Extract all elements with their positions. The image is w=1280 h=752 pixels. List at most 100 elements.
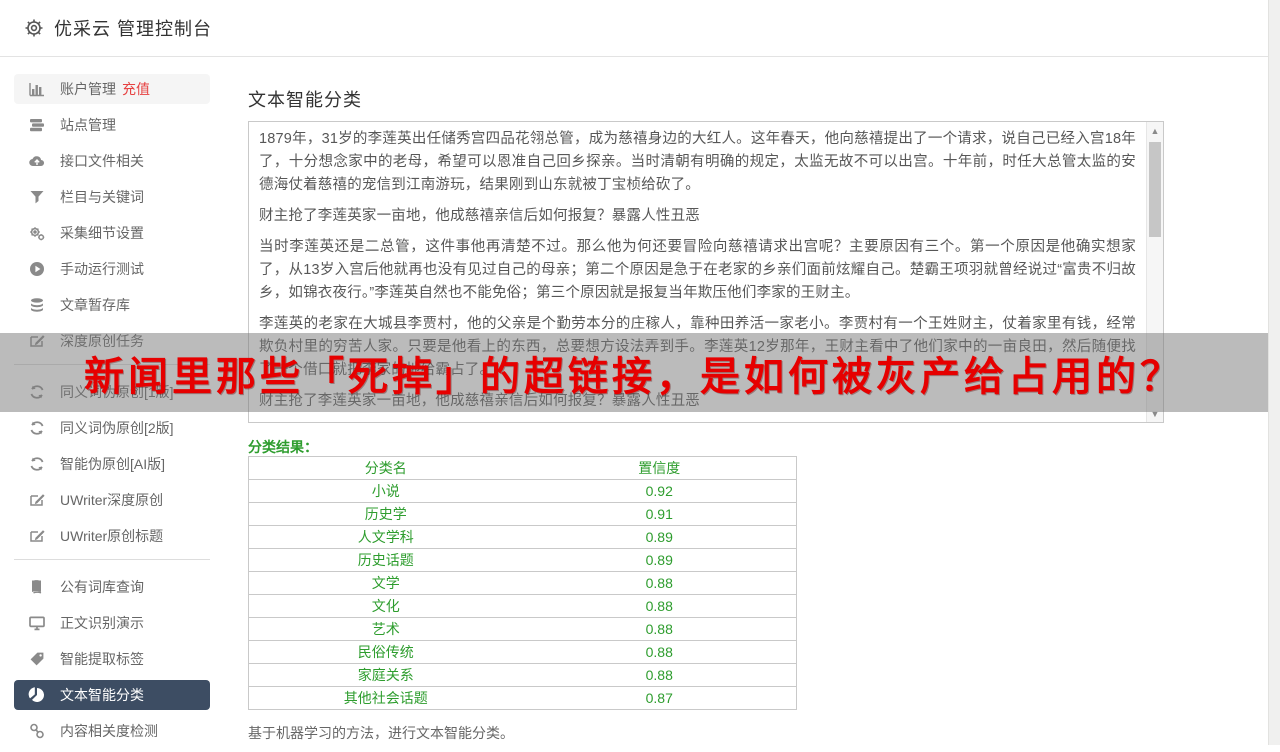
gear-icon	[24, 18, 44, 38]
table-cell: 0.89	[523, 549, 797, 572]
table-cell: 文化	[249, 595, 523, 618]
sidebar-item[interactable]: 智能提取标签	[14, 644, 210, 674]
sidebar-item-label: 智能提取标签	[60, 649, 144, 669]
watermark-text: 新闻里那些「死掉」的超链接，是如何被灰产给占用的？	[84, 344, 1184, 402]
sidebar-item[interactable]: 文章暂存库	[14, 290, 210, 320]
edit-icon	[28, 527, 46, 545]
table-row: 文学0.88	[249, 572, 797, 595]
link-icon	[28, 722, 46, 740]
sidebar-item-label: 手动运行测试	[60, 259, 144, 279]
table-cell: 艺术	[249, 618, 523, 641]
sidebar-item-label: 文章暂存库	[60, 295, 130, 315]
table-cell: 0.88	[523, 641, 797, 664]
sidebar-item[interactable]: 内容相关度检测	[14, 716, 210, 746]
refresh-icon	[28, 455, 46, 473]
sidebar-item-label: 公有词库查询	[60, 577, 144, 597]
table-row: 文化0.88	[249, 595, 797, 618]
table-cell: 0.88	[523, 572, 797, 595]
table-cell: 0.91	[523, 503, 797, 526]
sidebar-item-label: 同义词伪原创[2版]	[60, 418, 174, 438]
sidebar-item-label: UWriter深度原创	[60, 490, 163, 510]
table-cell: 0.92	[523, 480, 797, 503]
app-title: 优采云 管理控制台	[54, 15, 212, 41]
watermark-overlay: 新闻里那些「死掉」的超链接，是如何被灰产给占用的？	[0, 333, 1268, 412]
sidebar-item-label: 文本智能分类	[60, 685, 144, 705]
sidebar-item[interactable]: UWriter原创标题	[14, 521, 210, 551]
textarea-paragraph: 1879年，31岁的李莲英出任储秀宫四品花翎总管，成为慈禧身边的大红人。这年春天…	[259, 128, 1136, 197]
table-cell: 历史学	[249, 503, 523, 526]
sidebar-item[interactable]: 手动运行测试	[14, 254, 210, 284]
bar-chart-icon	[28, 80, 46, 98]
sidebar-item[interactable]: 栏目与关键词	[14, 182, 210, 212]
scroll-up-icon[interactable]: ▲	[1147, 122, 1163, 139]
sidebar-divider	[14, 559, 210, 560]
recharge-badge[interactable]: 充值	[122, 79, 150, 99]
monitor-icon	[28, 614, 46, 632]
play-circle-icon	[28, 260, 46, 278]
table-row: 其他社会话题0.87	[249, 687, 797, 710]
sidebar-item-label: 采集细节设置	[60, 223, 144, 243]
table-cell: 0.88	[523, 664, 797, 687]
sidebar-item-label: 智能伪原创[AI版]	[60, 454, 165, 474]
table-row: 民俗传统0.88	[249, 641, 797, 664]
cloud-upload-icon	[28, 152, 46, 170]
sidebar-item-label: 栏目与关键词	[60, 187, 144, 207]
sidebar-item[interactable]: 账户管理充值	[14, 74, 210, 104]
table-cell: 0.89	[523, 526, 797, 549]
result-label: 分类结果：	[248, 437, 318, 457]
page-title: 文本智能分类	[248, 86, 362, 112]
table-row: 艺术0.88	[249, 618, 797, 641]
filter-icon	[28, 188, 46, 206]
scrollbar-thumb[interactable]	[1149, 142, 1161, 237]
sidebar-item[interactable]: 接口文件相关	[14, 146, 210, 176]
sidebar: 账户管理充值站点管理接口文件相关栏目与关键词采集细节设置手动运行测试文章暂存库深…	[14, 74, 210, 752]
book-icon	[28, 578, 46, 596]
sidebar-item[interactable]: 站点管理	[14, 110, 210, 140]
table-row: 家庭关系0.88	[249, 664, 797, 687]
footer-note: 基于机器学习的方法，进行文本智能分类。	[248, 723, 514, 743]
sidebar-item[interactable]: 文本智能分类	[14, 680, 210, 710]
table-row: 历史学0.91	[249, 503, 797, 526]
edit-icon	[28, 491, 46, 509]
table-cell: 分类名	[249, 457, 523, 480]
table-cell: 文学	[249, 572, 523, 595]
sidebar-item-label: 站点管理	[60, 115, 116, 135]
table-cell: 人文学科	[249, 526, 523, 549]
sidebar-item[interactable]: 采集细节设置	[14, 218, 210, 248]
table-row: 人文学科0.89	[249, 526, 797, 549]
pie-chart-icon	[28, 686, 46, 704]
table-cell: 其他社会话题	[249, 687, 523, 710]
table-cell: 置信度	[523, 457, 797, 480]
table-cell: 0.88	[523, 618, 797, 641]
tag-icon	[28, 650, 46, 668]
app-header: 优采云 管理控制台	[0, 0, 1280, 57]
table-cell: 家庭关系	[249, 664, 523, 687]
textarea-paragraph: 财主抢了李莲英家一亩地，他成慈禧亲信后如何报复？暴露人性丑恶	[259, 205, 1136, 228]
sidebar-item[interactable]: 正文识别演示	[14, 608, 210, 638]
sidebar-item-label: 账户管理	[60, 79, 116, 99]
result-table-body: 分类名置信度小说0.92历史学0.91人文学科0.89历史话题0.89文学0.8…	[249, 457, 797, 710]
textarea-paragraph: 当时李莲英还是二总管，这件事他再清楚不过。那么他为何还要冒险向慈禧请求出宫呢？主…	[259, 236, 1136, 305]
sidebar-item-label: UWriter原创标题	[60, 526, 163, 546]
table-cell: 小说	[249, 480, 523, 503]
refresh-icon	[28, 419, 46, 437]
table-cell: 0.88	[523, 595, 797, 618]
server-icon	[28, 116, 46, 134]
sidebar-item[interactable]: 同义词伪原创[2版]	[14, 413, 210, 443]
gears-icon	[28, 224, 46, 242]
table-header-row: 分类名置信度	[249, 457, 797, 480]
page-scrollbar[interactable]	[1268, 0, 1280, 745]
sidebar-item[interactable]: UWriter深度原创	[14, 485, 210, 515]
sidebar-item-label: 接口文件相关	[60, 151, 144, 171]
sidebar-item[interactable]: 公有词库查询	[14, 572, 210, 602]
table-row: 小说0.92	[249, 480, 797, 503]
table-cell: 历史话题	[249, 549, 523, 572]
sidebar-item[interactable]: 智能伪原创[AI版]	[14, 449, 210, 479]
result-table: 分类名置信度小说0.92历史学0.91人文学科0.89历史话题0.89文学0.8…	[248, 456, 797, 710]
sidebar-item-label: 内容相关度检测	[60, 721, 158, 741]
sidebar-item-label: 正文识别演示	[60, 613, 144, 633]
table-cell: 民俗传统	[249, 641, 523, 664]
table-row: 历史话题0.89	[249, 549, 797, 572]
database-icon	[28, 296, 46, 314]
table-cell: 0.87	[523, 687, 797, 710]
